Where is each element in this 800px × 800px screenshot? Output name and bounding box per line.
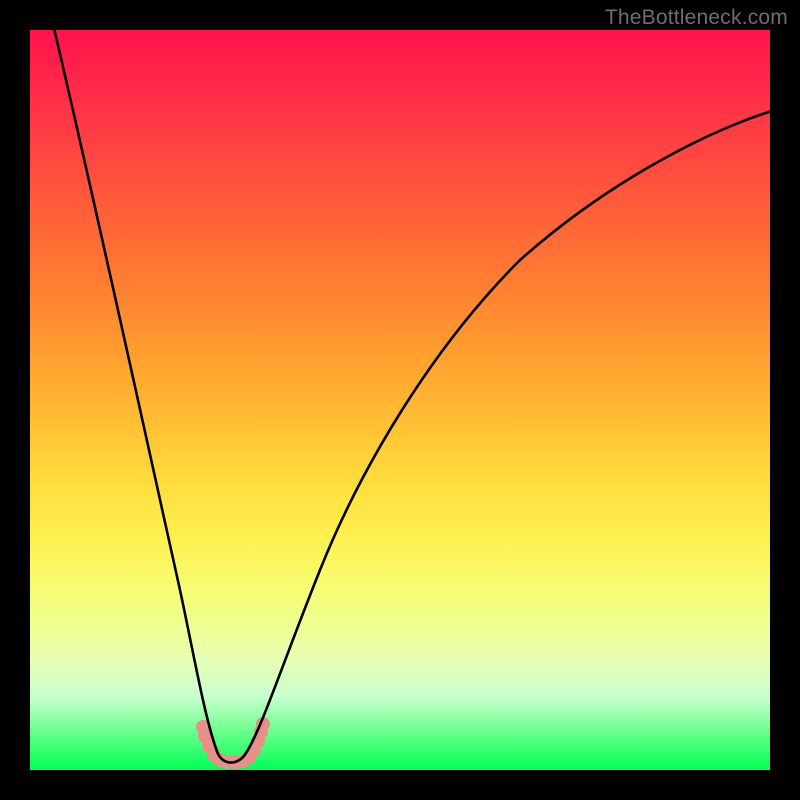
watermark-text: TheBottleneck.com (605, 6, 788, 30)
plot-area (30, 30, 770, 770)
bottleneck-curve-path (52, 20, 775, 763)
chart-frame: TheBottleneck.com (0, 0, 800, 800)
curve-layer (30, 30, 770, 770)
